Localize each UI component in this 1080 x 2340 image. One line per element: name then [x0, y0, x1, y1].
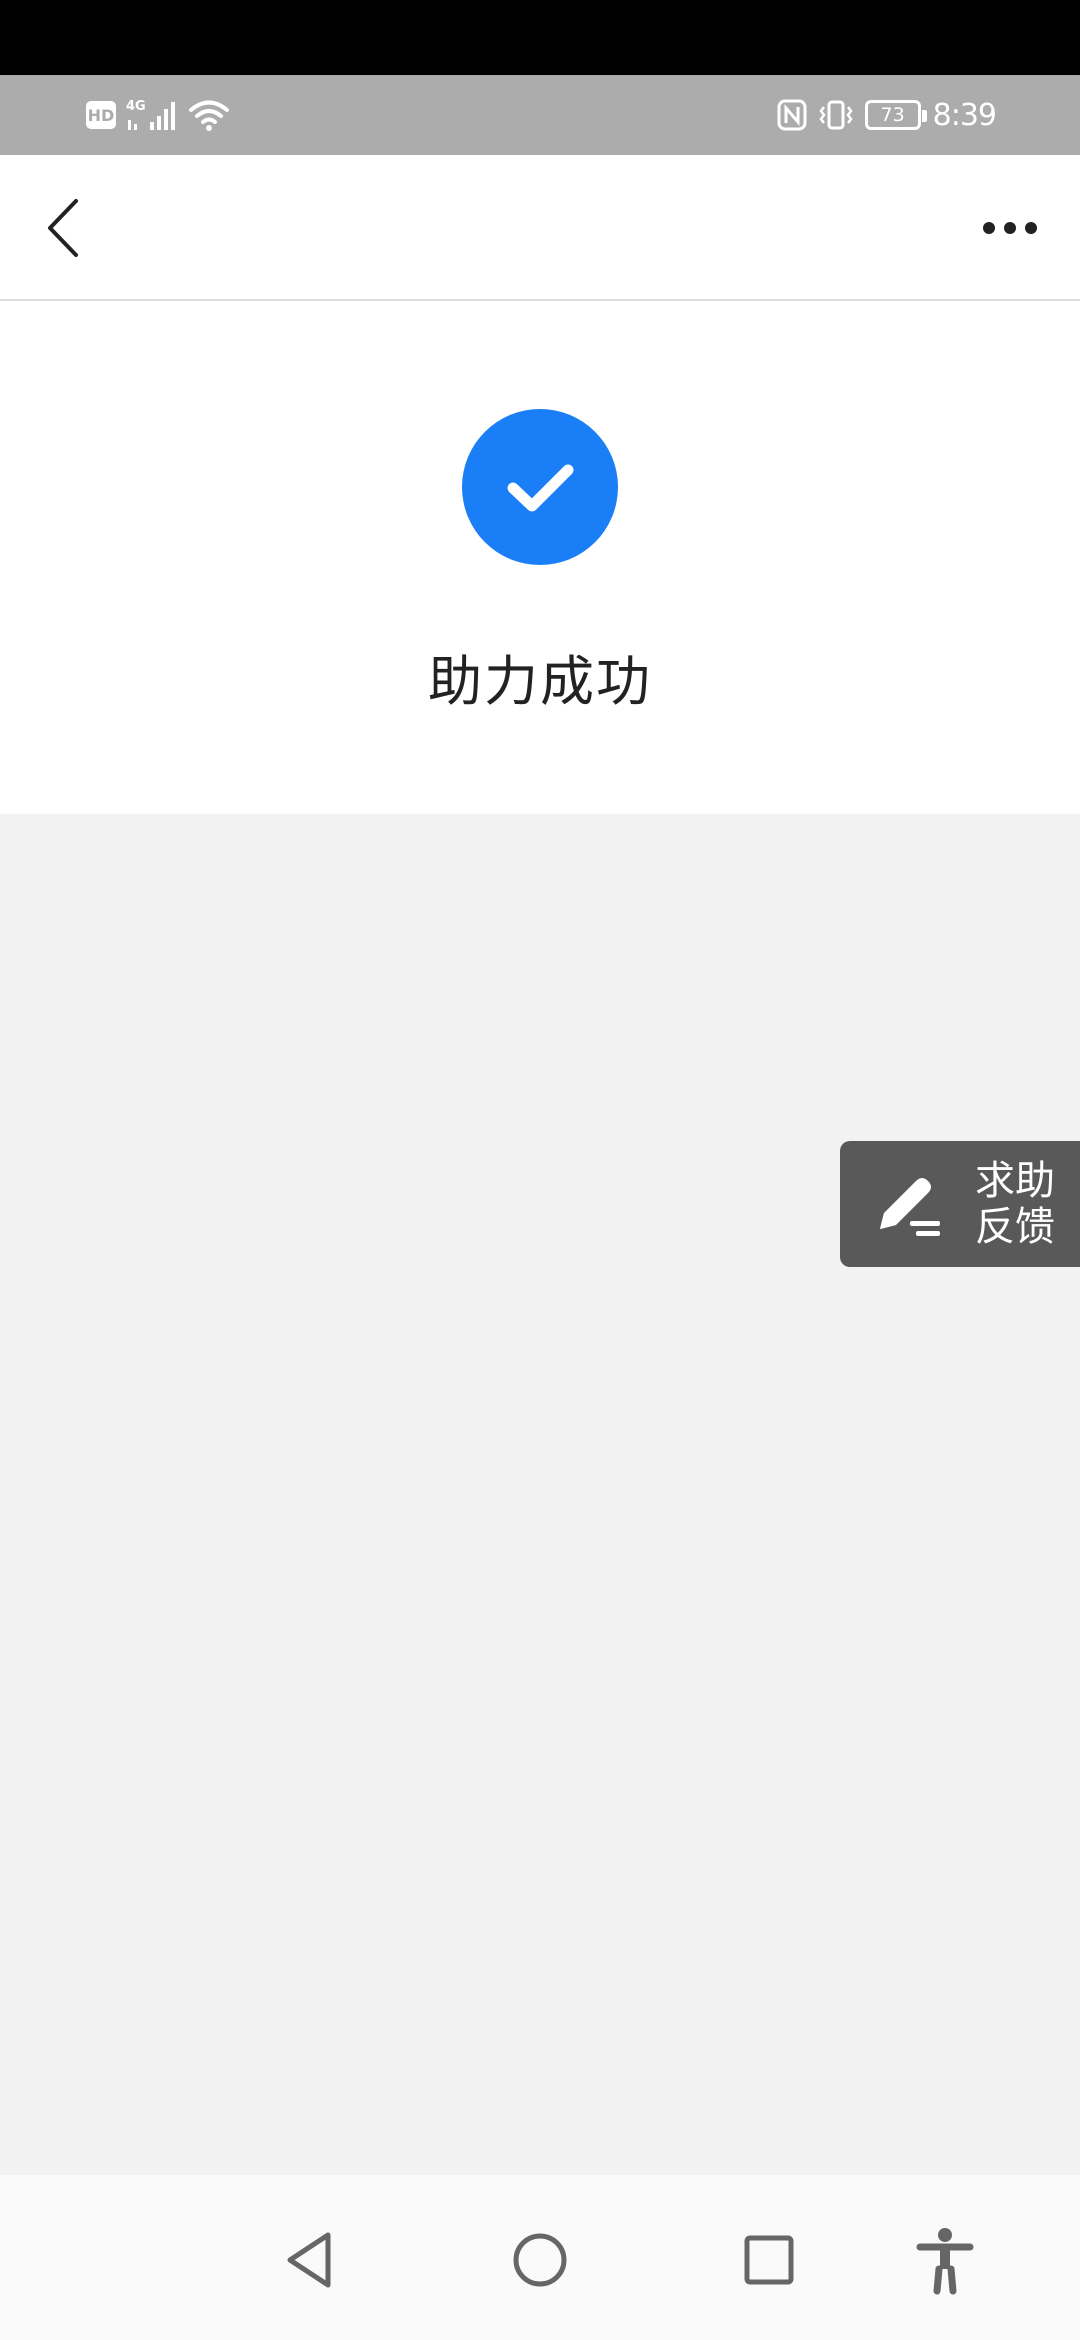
- success-badge: [462, 409, 618, 565]
- feedback-label-line2: 反馈: [975, 1204, 1055, 1250]
- battery-icon: 73: [864, 100, 927, 130]
- accessibility-button[interactable]: [910, 2225, 980, 2295]
- system-navigation-bar: [0, 2175, 1080, 2340]
- help-feedback-button[interactable]: 求助 反馈: [840, 1141, 1080, 1267]
- checkmark-icon: [507, 464, 574, 512]
- chevron-left-icon: [48, 199, 78, 257]
- status-bar: HD 4G 73 8:39: [0, 75, 1080, 155]
- more-dots-icon: [1025, 222, 1037, 234]
- result-title: 助力成功: [428, 650, 652, 713]
- wifi-icon: [189, 100, 229, 131]
- status-left: HD 4G: [86, 97, 230, 133]
- home-circle-icon: [513, 2233, 567, 2287]
- back-button[interactable]: [40, 193, 90, 263]
- navigation-bar: [0, 155, 1080, 301]
- result-card: 助力成功: [0, 301, 1080, 814]
- signal-icon: 4G: [126, 99, 175, 130]
- system-recents-button[interactable]: [734, 2225, 804, 2295]
- svg-text:4G: 4G: [126, 99, 146, 114]
- edit-pen-icon: [880, 1178, 940, 1236]
- more-dots-icon: [1004, 222, 1016, 234]
- top-black-bar: [0, 0, 1080, 75]
- feedback-label-line1: 求助: [975, 1158, 1055, 1204]
- hd-icon: HD: [86, 101, 116, 129]
- recent-square-icon: [744, 2235, 794, 2285]
- feedback-label: 求助 反馈: [975, 1158, 1065, 1250]
- system-home-button[interactable]: [505, 2225, 575, 2295]
- more-dots-icon: [983, 222, 995, 234]
- nfc-icon: [777, 99, 807, 131]
- status-time: 8:39: [932, 97, 997, 133]
- status-right: 73 8:39: [777, 97, 997, 133]
- system-back-button[interactable]: [274, 2225, 344, 2295]
- vibrate-icon: [819, 100, 853, 130]
- accessibility-icon: [916, 2228, 974, 2295]
- more-options-button[interactable]: [970, 203, 1050, 253]
- back-triangle-icon: [287, 2232, 331, 2288]
